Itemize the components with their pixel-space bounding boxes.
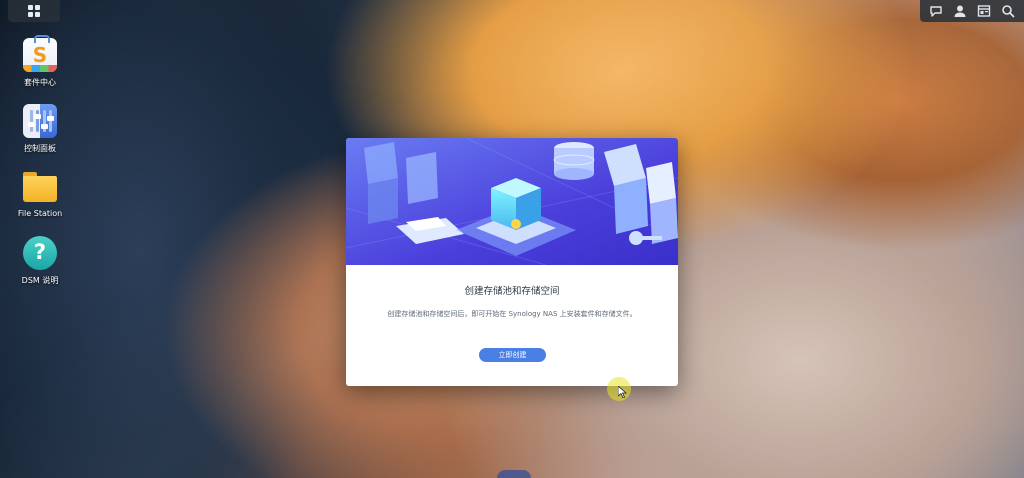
desktop-icon-file-station[interactable]: File Station [12, 170, 68, 218]
create-storage-dialog: 创建存储池和存储空间 创建存储池和存储空间后，即可开始在 Synology NA… [346, 138, 678, 386]
desktop-icon-label: File Station [17, 209, 63, 218]
dialog-banner-illustration [346, 138, 678, 265]
control-panel-icon [23, 104, 57, 138]
desktop-icon-package-center[interactable]: S 套件中心 [12, 35, 68, 88]
widgets-icon[interactable] [976, 3, 992, 19]
desktop-icon-label: DSM 说明 [21, 276, 59, 285]
taskbar-handle[interactable] [497, 470, 531, 478]
help-icon: ? [23, 236, 57, 270]
system-tray [920, 0, 1024, 22]
mouse-cursor-icon [618, 386, 627, 398]
search-icon[interactable] [1000, 3, 1016, 19]
desktop-icon-dsm-help[interactable]: ? DSM 说明 [12, 236, 68, 286]
dialog-title: 创建存储池和存储空间 [464, 286, 560, 297]
dialog-description: 创建存储池和存储空间后，即可开始在 Synology NAS 上安装套件和存储文… [387, 310, 637, 318]
user-icon[interactable] [952, 3, 968, 19]
desktop-icon-control-panel[interactable]: 控制面板 [12, 104, 68, 154]
desktop-icon-label: 控制面板 [24, 144, 56, 153]
main-menu-button[interactable] [8, 0, 60, 22]
desktop-icon-label: 套件中心 [24, 78, 56, 87]
chat-icon[interactable] [928, 3, 944, 19]
folder-icon [23, 170, 57, 204]
grid-icon [28, 5, 40, 17]
create-now-button[interactable]: 立即创建 [479, 348, 546, 362]
package-center-icon: S [23, 35, 57, 72]
